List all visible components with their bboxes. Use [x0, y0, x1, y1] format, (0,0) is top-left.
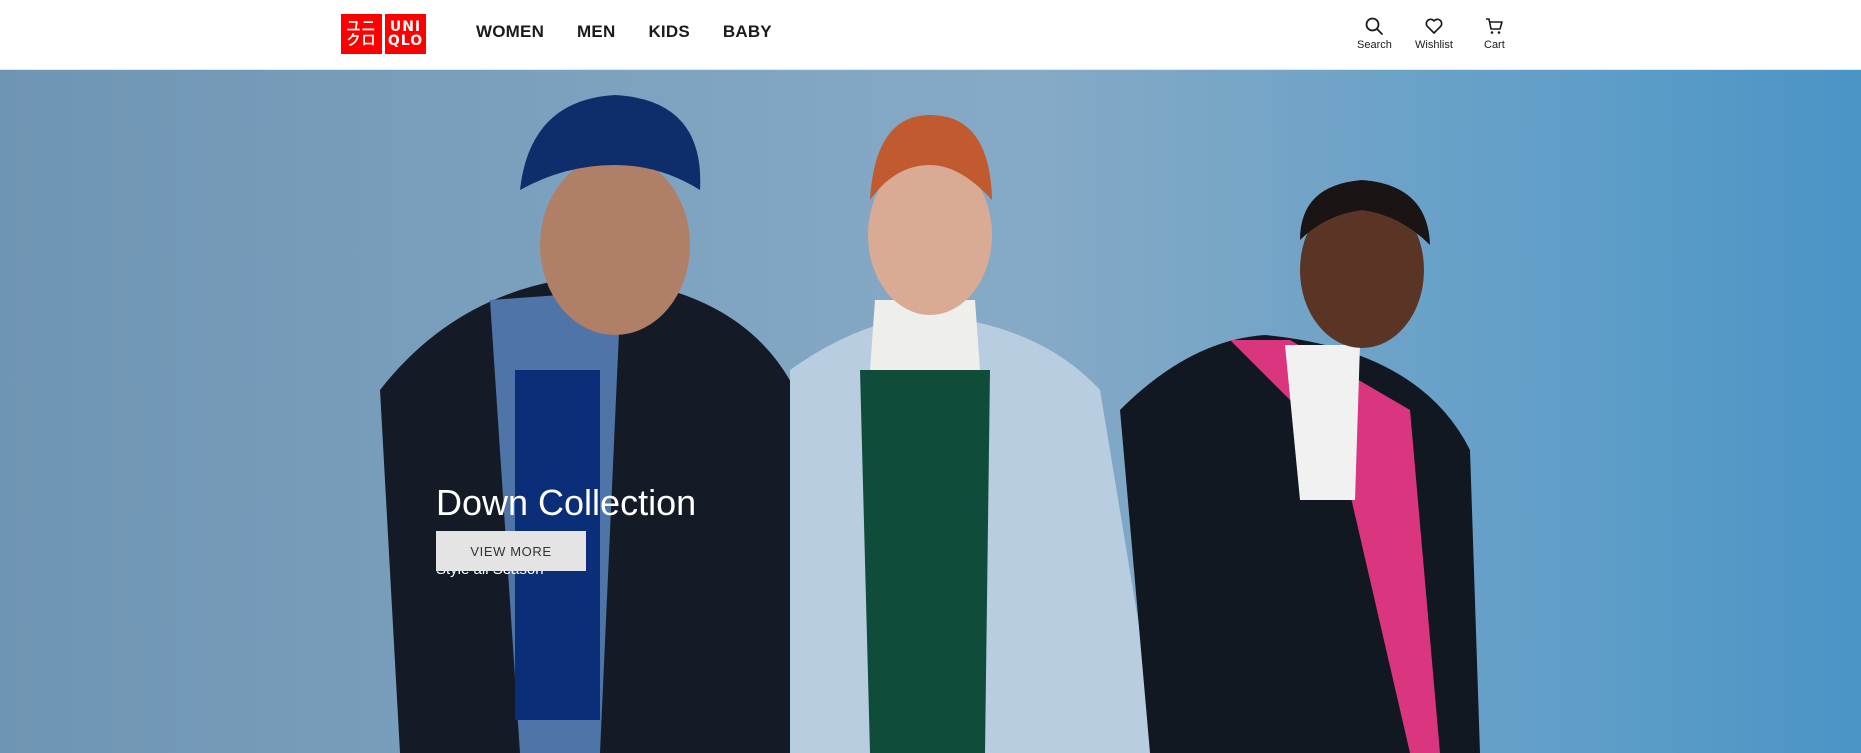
wishlist-button[interactable]: Wishlist: [1415, 16, 1453, 51]
cart-label: Cart: [1484, 39, 1505, 51]
nav-item-baby[interactable]: BABY: [723, 22, 772, 42]
hero-photo: [380, 95, 1480, 753]
search-button[interactable]: Search: [1357, 16, 1392, 51]
wishlist-label: Wishlist: [1415, 39, 1453, 51]
main-nav: WOMEN MEN KIDS BABY: [476, 22, 805, 42]
cart-icon: [1486, 18, 1504, 34]
header-tools: Search Wishlist Cart: [1340, 16, 1520, 56]
search-icon: [1366, 17, 1384, 35]
nav-item-kids[interactable]: KIDS: [648, 22, 689, 42]
nav-item-men[interactable]: MEN: [577, 22, 615, 42]
search-label: Search: [1357, 39, 1392, 51]
view-more-button[interactable]: VIEW MORE: [436, 531, 586, 571]
logo-latin: UNI QLO: [385, 14, 426, 54]
site-header: ユニ クロ UNI QLO WOMEN MEN KIDS BABY Search…: [0, 0, 1861, 70]
nav-item-women[interactable]: WOMEN: [476, 22, 544, 42]
uniqlo-logo[interactable]: ユニ クロ UNI QLO: [341, 14, 426, 54]
logo-katakana: ユニ クロ: [341, 14, 382, 54]
hero-banner: Down Collection Designed for Warmer Styl…: [0, 70, 1861, 753]
hero-title: Down Collection: [436, 482, 697, 523]
heart-icon: [1425, 18, 1443, 34]
cart-button[interactable]: Cart: [1484, 16, 1505, 51]
